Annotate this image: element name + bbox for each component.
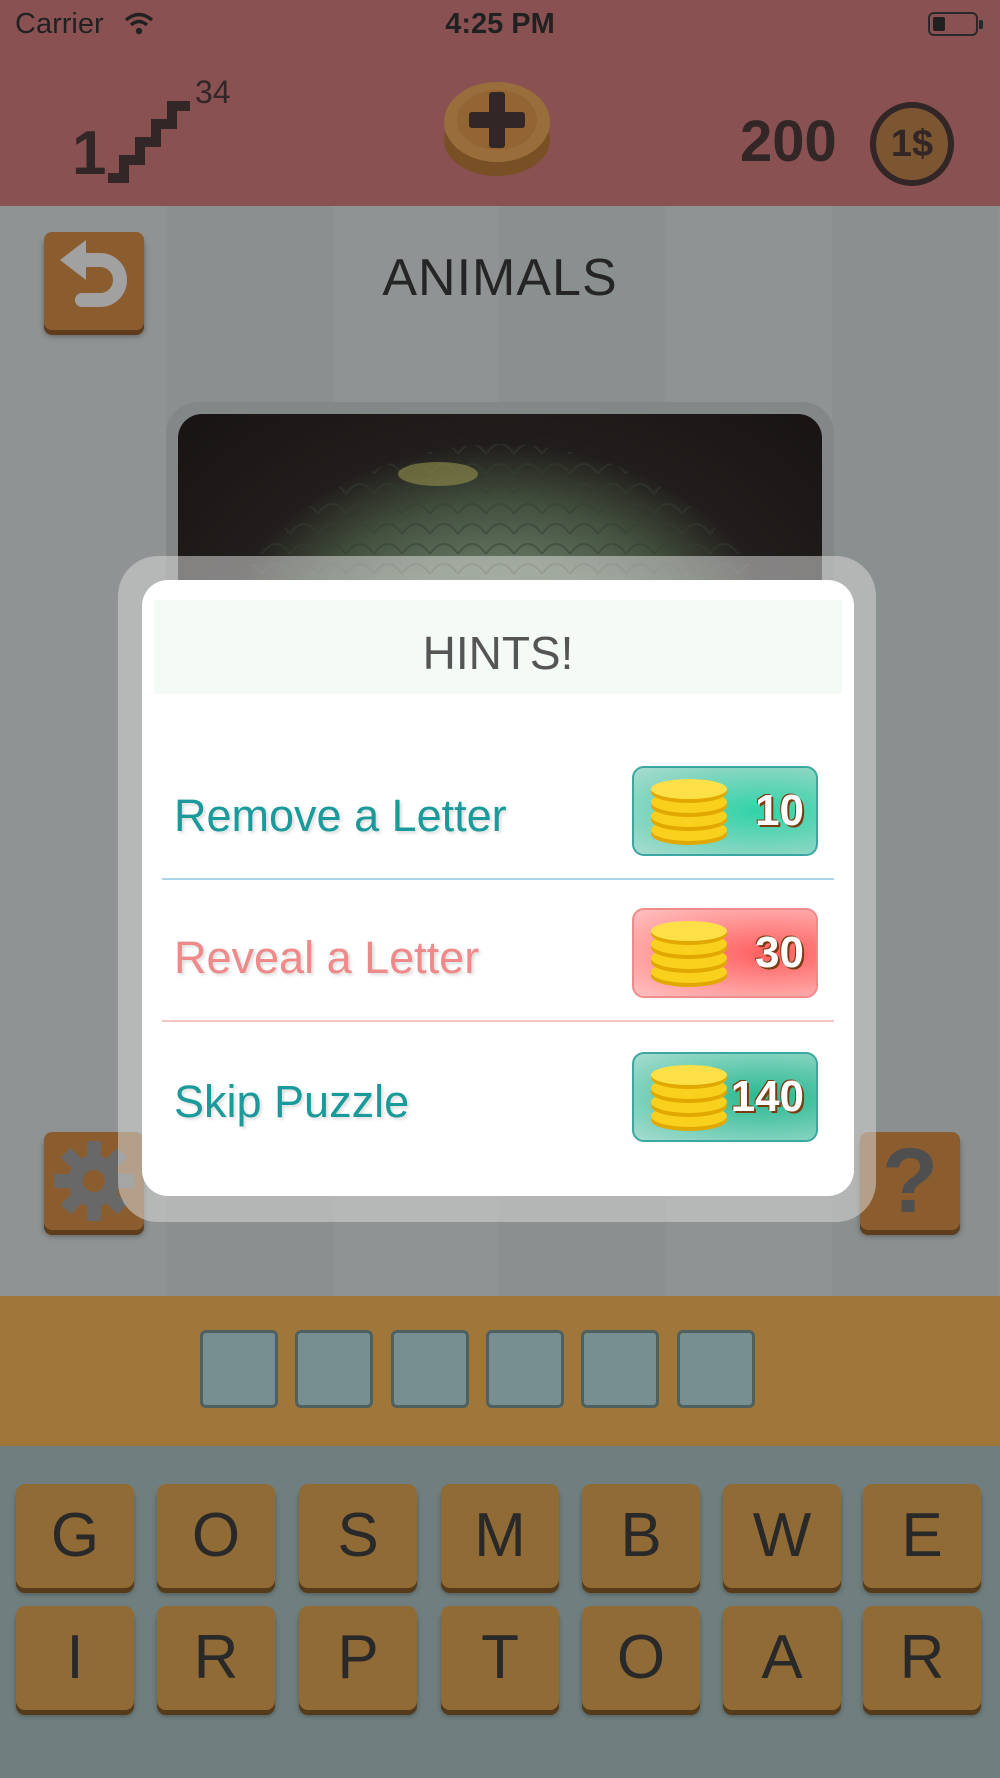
remove-letter-price: 10	[755, 786, 804, 835]
dialog-title: HINTS!	[422, 627, 574, 679]
skip-puzzle-label: Skip Puzzle	[174, 1076, 410, 1127]
coin-stack-icon	[651, 779, 727, 845]
remove-letter-button[interactable]: 10	[632, 766, 818, 856]
hints-dialog: HINTS! Remove a Letter 10 Reveal a Lette…	[142, 580, 854, 1196]
reveal-letter-button[interactable]: 30	[632, 908, 818, 998]
coin-stack-icon	[651, 921, 727, 987]
remove-letter-label: Remove a Letter	[174, 790, 507, 841]
divider	[162, 1020, 834, 1022]
reveal-letter-label: Reveal a Letter	[174, 932, 480, 983]
skip-puzzle-button[interactable]: 140	[632, 1052, 818, 1142]
reveal-letter-price: 30	[755, 928, 804, 977]
skip-puzzle-price: 140	[730, 1072, 804, 1121]
divider	[162, 878, 834, 880]
coin-stack-icon	[651, 1065, 727, 1131]
